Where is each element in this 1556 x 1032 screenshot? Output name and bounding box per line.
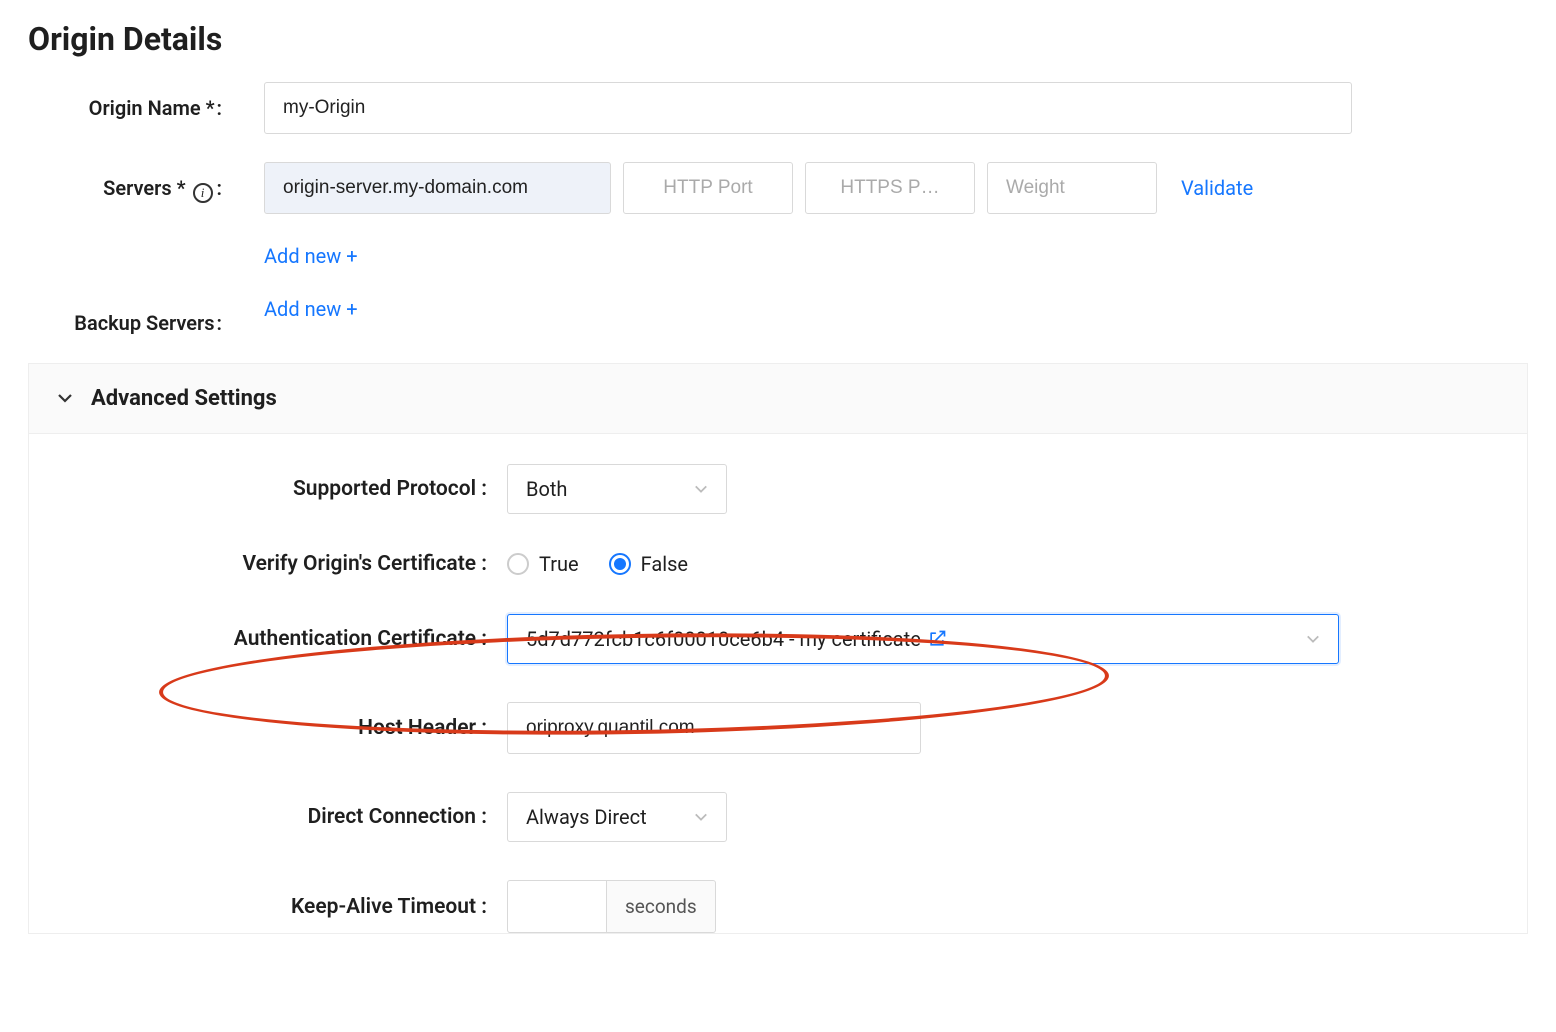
verify-cert-true-label: True: [539, 552, 579, 576]
weight-input[interactable]: [987, 162, 1157, 214]
servers-add-new-link[interactable]: Add new +: [264, 244, 358, 268]
keep-alive-label: Keep-Alive Timeout :: [37, 895, 487, 919]
advanced-settings-body: Supported Protocol : Both Verify Origin'…: [29, 434, 1527, 933]
origin-name-label: Origin Name *:: [28, 82, 228, 120]
advanced-settings-header[interactable]: Advanced Settings: [29, 364, 1527, 434]
verify-cert-false-label: False: [641, 552, 688, 576]
supported-protocol-label: Supported Protocol :: [37, 477, 487, 501]
validate-link[interactable]: Validate: [1181, 176, 1253, 200]
host-header-input[interactable]: [507, 702, 921, 754]
info-icon[interactable]: i: [193, 183, 213, 203]
page-title: Origin Details: [28, 20, 1528, 58]
verify-cert-label: Verify Origin's Certificate :: [37, 552, 487, 576]
origin-name-label-text: Origin Name *: [89, 96, 215, 120]
radio-checked-icon: [609, 553, 631, 575]
http-port-input[interactable]: [623, 162, 793, 214]
auth-cert-row: Authentication Certificate : 5d7d772fcb1…: [37, 614, 1519, 664]
origin-name-input[interactable]: [264, 82, 1352, 134]
server-hostname-input[interactable]: [264, 162, 611, 214]
backup-servers-label: Backup Servers:: [28, 297, 228, 335]
supported-protocol-select[interactable]: Both: [507, 464, 727, 514]
origin-name-row: Origin Name *:: [28, 82, 1528, 134]
direct-connection-select[interactable]: Always Direct: [507, 792, 727, 842]
chevron-down-icon: [694, 477, 708, 501]
host-header-row: Host Header :: [37, 702, 1519, 754]
keep-alive-suffix: seconds: [607, 880, 716, 933]
servers-row: Servers * i: Validate Add new +: [28, 162, 1528, 269]
chevron-down-icon: [1306, 627, 1320, 651]
verify-cert-false-radio[interactable]: False: [609, 552, 688, 576]
direct-connection-value: Always Direct: [526, 805, 647, 829]
keep-alive-row: Keep-Alive Timeout : seconds: [37, 880, 1519, 933]
external-link-icon[interactable]: [927, 629, 947, 649]
servers-label-text: Servers *: [103, 176, 185, 200]
supported-protocol-row: Supported Protocol : Both: [37, 464, 1519, 514]
direct-connection-label: Direct Connection :: [37, 805, 487, 829]
backup-servers-row: Backup Servers: Add new +: [28, 297, 1528, 335]
chevron-down-icon: [694, 805, 708, 829]
backup-servers-label-text: Backup Servers: [74, 311, 214, 335]
https-port-input[interactable]: [805, 162, 975, 214]
supported-protocol-value: Both: [526, 477, 567, 501]
verify-cert-row: Verify Origin's Certificate : True False: [37, 552, 1519, 576]
backup-servers-add-new-link[interactable]: Add new +: [264, 297, 358, 321]
advanced-settings-panel: Advanced Settings Supported Protocol : B…: [28, 363, 1528, 934]
chevron-down-icon: [57, 387, 73, 411]
auth-cert-value: 5d7d772fcb1c6f00010ce6b4 - my certificat…: [526, 627, 921, 651]
host-header-label: Host Header :: [37, 716, 487, 740]
radio-icon: [507, 553, 529, 575]
auth-cert-label: Authentication Certificate :: [37, 627, 487, 651]
keep-alive-input[interactable]: [507, 880, 607, 933]
advanced-settings-title: Advanced Settings: [91, 386, 277, 411]
verify-cert-true-radio[interactable]: True: [507, 552, 579, 576]
auth-cert-select[interactable]: 5d7d772fcb1c6f00010ce6b4 - my certificat…: [507, 614, 1339, 664]
servers-label: Servers * i:: [28, 162, 228, 203]
direct-connection-row: Direct Connection : Always Direct: [37, 792, 1519, 842]
